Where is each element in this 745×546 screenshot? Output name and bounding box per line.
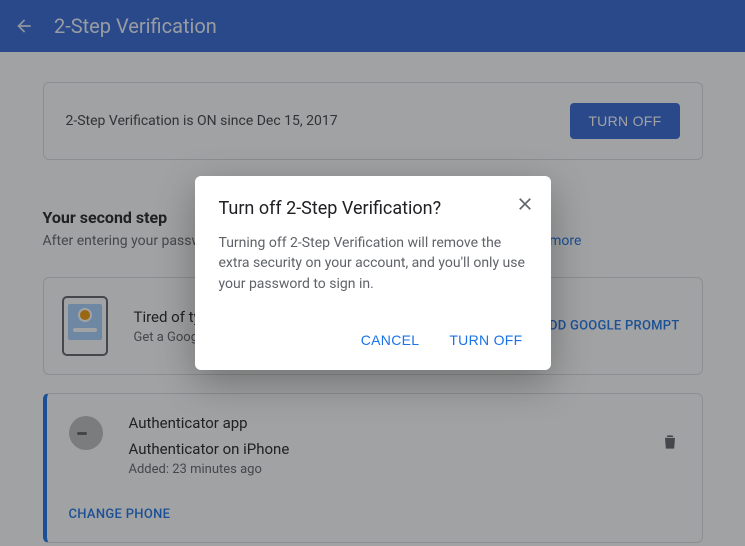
modal-scrim[interactable]: Turn off 2-Step Verification? Turning of… [0,0,745,546]
dialog-body: Turning off 2-Step Verification will rem… [219,233,527,294]
close-icon[interactable] [515,194,535,218]
turn-off-dialog: Turn off 2-Step Verification? Turning of… [195,176,551,370]
confirm-turn-off-button[interactable]: TURN OFF [445,324,526,356]
dialog-title: Turn off 2-Step Verification? [219,198,527,219]
cancel-button[interactable]: CANCEL [357,324,424,356]
dialog-actions: CANCEL TURN OFF [219,324,527,356]
